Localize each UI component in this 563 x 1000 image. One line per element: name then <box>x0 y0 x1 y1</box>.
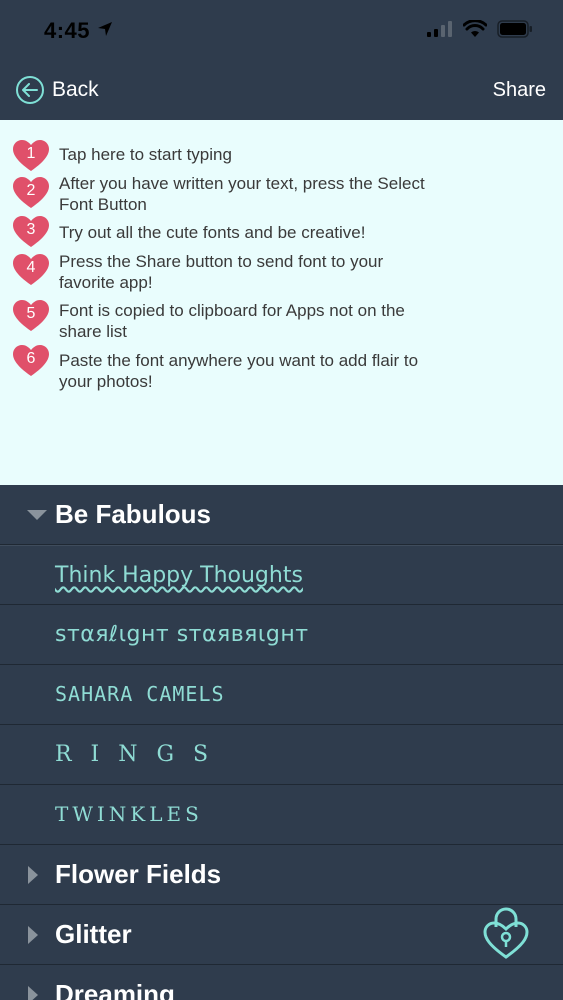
section-title: Dreaming <box>55 979 175 1000</box>
triangle-down-icon <box>27 510 47 520</box>
font-sample: TWINKLES <box>55 802 203 826</box>
font-sample: sтαяℓιgнт sтαявяιgнт <box>55 622 309 647</box>
step-text: Paste the font anywhere you want to add … <box>59 351 419 391</box>
triangle-right-icon <box>28 986 38 1000</box>
section-title: Be Fabulous <box>55 499 212 529</box>
back-button[interactable]: Back <box>16 76 99 104</box>
font-option-row[interactable]: Think Happy Thoughts <box>0 545 563 605</box>
battery-icon <box>497 20 532 38</box>
font-category-list: Be Fabulous Think Happy Thoughts sтαяℓιg… <box>0 485 563 1000</box>
step-text: Press the Share button to send font to y… <box>59 252 384 292</box>
cellular-signal-icon <box>427 21 452 37</box>
navigation-bar: Back Share <box>0 62 563 120</box>
step-text: Tap here to start typing <box>59 145 232 164</box>
step-number: 6 <box>26 350 36 367</box>
section-header-glitter[interactable]: Glitter <box>0 905 563 965</box>
step-text: After you have written your text, press … <box>59 174 425 214</box>
font-option-row[interactable]: sтαяℓιgнт sтαявяιgнт <box>0 605 563 665</box>
step-text: Try out all the cute fonts and be creati… <box>59 223 366 242</box>
section-header-dreaming[interactable]: Dreaming <box>0 965 563 1000</box>
section-header-be-fabulous[interactable]: Be Fabulous <box>0 485 563 545</box>
share-button[interactable]: Share <box>493 79 546 102</box>
back-arrow-circle-icon <box>16 76 44 104</box>
font-option-row[interactable]: R I N G S <box>0 725 563 785</box>
section-title: Glitter <box>55 919 132 949</box>
step-number: 2 <box>26 182 36 199</box>
font-sample: R I N G S <box>55 742 215 767</box>
section-header-flower-fields[interactable]: Flower Fields <box>0 845 563 905</box>
status-time: 4:45 <box>44 18 91 43</box>
wifi-icon <box>463 20 487 37</box>
font-option-row[interactable]: TWINKLES <box>0 785 563 845</box>
step-number: 4 <box>26 259 36 276</box>
triangle-right-icon <box>28 926 38 944</box>
section-title: Flower Fields <box>55 859 222 889</box>
text-input-area[interactable]: 1 Tap here to start typing 2 After you h… <box>0 120 563 485</box>
font-option-row[interactable]: SAHARA CAMELS <box>0 665 563 725</box>
heart-lock-icon[interactable] <box>483 905 529 959</box>
font-sample: Think Happy Thoughts <box>55 563 303 588</box>
font-sample: SAHARA CAMELS <box>55 682 225 706</box>
status-bar: 4:45 <box>0 0 563 62</box>
status-indicators <box>427 20 533 38</box>
step-number: 5 <box>26 305 36 322</box>
step-number: 1 <box>26 145 36 162</box>
step-text: Font is copied to clipboard for Apps not… <box>59 301 405 341</box>
back-label: Back <box>52 78 99 101</box>
location-arrow-icon <box>98 22 112 36</box>
triangle-right-icon <box>28 866 38 884</box>
step-number: 3 <box>26 221 36 238</box>
